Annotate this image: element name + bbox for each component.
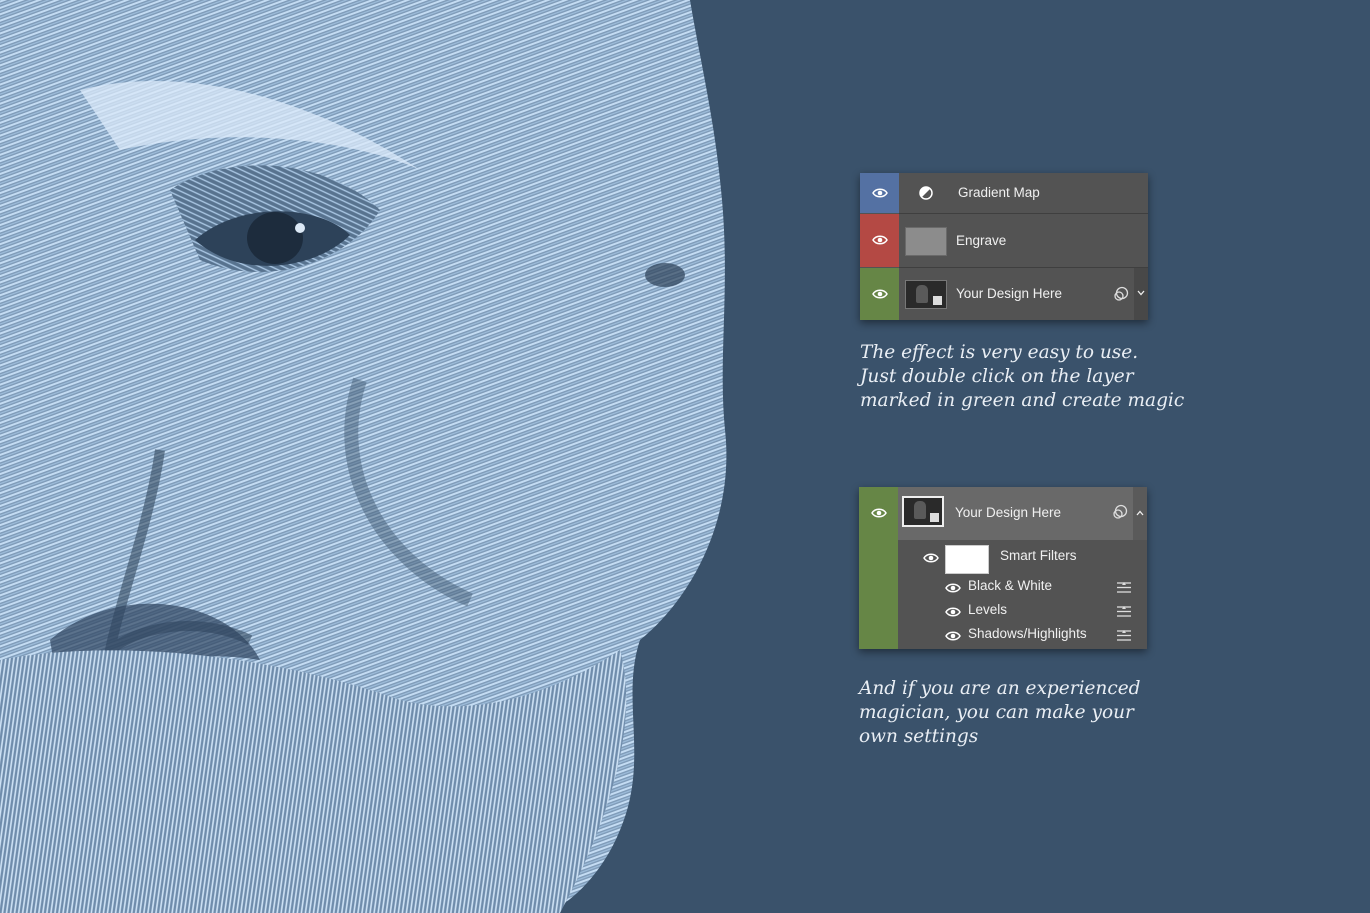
filter-options-icon[interactable]	[1116, 605, 1132, 618]
filter-mask-thumbnail	[945, 545, 989, 574]
smart-filter-link-icon	[1114, 286, 1129, 301]
eye-icon[interactable]	[872, 234, 888, 246]
layer-row-your-design-here[interactable]: Your Design Here	[898, 487, 1147, 540]
collapse-toggle[interactable]	[1133, 487, 1147, 540]
caption-line: own settings	[859, 726, 979, 747]
layer-row-your-design-here[interactable]: Your Design Here	[860, 268, 1148, 320]
eye-icon[interactable]	[923, 552, 939, 564]
chevron-up-icon	[1136, 510, 1144, 516]
caption-instructions: The effect is very easy to use. Just dou…	[860, 341, 1184, 413]
filter-options-icon[interactable]	[1116, 581, 1132, 594]
caption-line: Just double click on the layer	[860, 366, 1134, 387]
smart-filters-label: Smart Filters	[1000, 548, 1077, 563]
filter-name: Levels	[968, 602, 1008, 617]
layer-name-engrave: Engrave	[956, 233, 1007, 248]
caption-line: magician, you can make your	[859, 702, 1134, 723]
filter-row-black-white[interactable]: Black & White	[898, 576, 1147, 600]
eye-icon[interactable]	[945, 606, 961, 618]
caption-line: The effect is very easy to use.	[860, 342, 1139, 363]
filter-name: Shadows/Highlights	[968, 626, 1087, 641]
chevron-down-icon	[1137, 290, 1145, 296]
layer-name-your-design-here: Your Design Here	[955, 505, 1062, 520]
smart-filters-row[interactable]: Smart Filters	[898, 541, 1147, 574]
layer-name-gradient-map: Gradient Map	[958, 185, 1040, 200]
layers-panel-smart-filters: Your Design Here Smart Filters Black & W…	[859, 487, 1147, 649]
layer-name-your-design-here: Your Design Here	[956, 286, 1063, 301]
eye-icon[interactable]	[945, 582, 961, 594]
eye-icon[interactable]	[872, 288, 888, 300]
eye-icon[interactable]	[872, 187, 888, 199]
smart-filter-link-icon	[1113, 504, 1128, 519]
expand-toggle[interactable]	[1134, 268, 1148, 320]
filter-name: Black & White	[968, 578, 1053, 593]
layers-panel-top: Gradient Map Engrave Your Design Here	[860, 173, 1148, 320]
caption-line: And if you are an experienced	[859, 678, 1141, 699]
layer-row-engrave[interactable]: Engrave	[860, 214, 1148, 267]
filter-row-shadows-highlights[interactable]: Shadows/Highlights	[898, 624, 1147, 648]
eye-icon[interactable]	[945, 630, 961, 642]
filter-options-icon[interactable]	[1116, 629, 1132, 642]
smart-object-thumbnail	[905, 280, 947, 309]
eye-icon[interactable]	[871, 507, 887, 519]
layer-row-gradient-map[interactable]: Gradient Map	[860, 173, 1148, 213]
filter-row-levels[interactable]: Levels	[898, 600, 1147, 624]
smart-object-thumbnail	[902, 496, 944, 527]
adjustment-circle-icon	[919, 186, 933, 200]
caption-line: marked in green and create magic	[860, 390, 1185, 411]
caption-advanced: And if you are an experienced magician, …	[859, 677, 1141, 749]
engrave-layer-thumbnail	[905, 227, 947, 256]
engraved-portrait-image	[0, 0, 740, 913]
